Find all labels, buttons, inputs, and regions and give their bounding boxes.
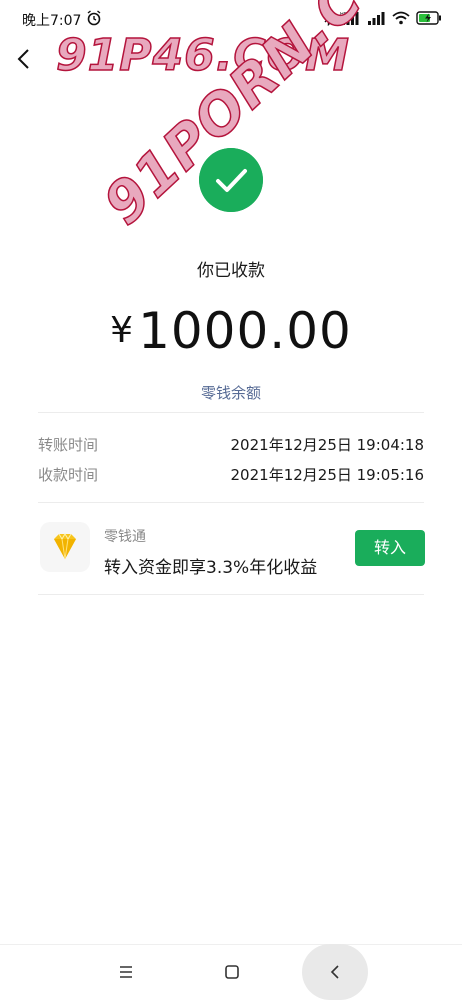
received-label: 你已收款 bbox=[197, 261, 265, 281]
transfer-time-label: 转账时间 bbox=[38, 436, 99, 454]
signal-hd-icon: HD bbox=[340, 12, 359, 25]
currency-symbol: ¥ bbox=[110, 310, 135, 351]
signal-icon bbox=[368, 12, 385, 25]
back-arrow-icon[interactable] bbox=[12, 46, 38, 72]
receive-time-label: 收款时间 bbox=[38, 466, 99, 484]
divider bbox=[38, 502, 424, 503]
divider bbox=[38, 594, 424, 595]
back-icon[interactable] bbox=[326, 962, 346, 982]
promo-description: 转入资金即享3.3%年化收益 bbox=[104, 558, 318, 578]
promo-title: 零钱通 bbox=[104, 529, 146, 545]
transfer-time-value: 2021年12月25日 19:04:18 bbox=[230, 436, 424, 454]
amount-value: 1000.00 bbox=[138, 302, 352, 360]
diamond-icon bbox=[54, 533, 76, 560]
check-circle-icon bbox=[199, 148, 263, 212]
home-square-icon[interactable] bbox=[222, 962, 242, 982]
divider bbox=[38, 412, 424, 413]
status-time: 晚上7:07 bbox=[22, 13, 82, 29]
wifi-icon bbox=[392, 11, 410, 25]
status-bar: 晚上7:07 HD bbox=[0, 0, 462, 38]
transfer-in-button[interactable]: 转入 bbox=[355, 530, 425, 566]
amount-display: ¥1000.00 bbox=[0, 302, 462, 360]
svg-text:HD: HD bbox=[340, 12, 348, 18]
alarm-icon bbox=[87, 10, 101, 26]
promo-icon-tile bbox=[40, 522, 90, 572]
bluetooth-icon bbox=[324, 10, 333, 26]
transfer-time-row: 转账时间 2021年12月25日 19:04:18 bbox=[38, 434, 424, 455]
menu-icon[interactable] bbox=[116, 962, 136, 982]
balance-link[interactable]: 零钱余额 bbox=[0, 382, 462, 403]
battery-charging-icon bbox=[416, 11, 441, 25]
receive-time-row: 收款时间 2021年12月25日 19:05:16 bbox=[38, 464, 424, 485]
receive-time-value: 2021年12月25日 19:05:16 bbox=[230, 466, 424, 484]
